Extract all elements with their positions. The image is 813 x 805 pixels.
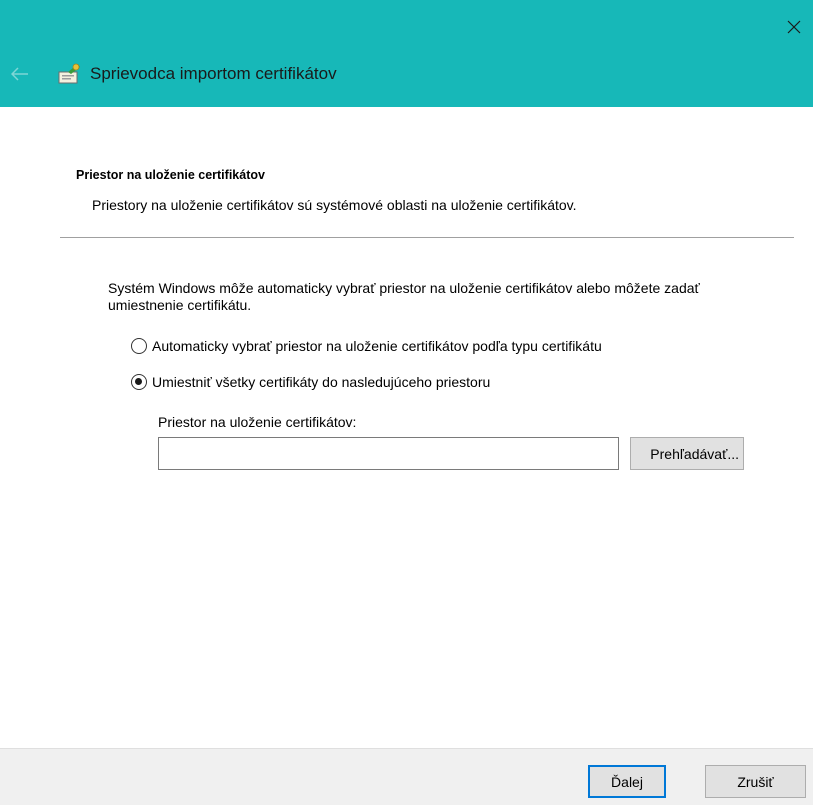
radio-auto-select-store[interactable]: Automaticky vybrať priestor na uloženie …	[131, 338, 602, 354]
wizard-title: Sprievodca importom certifikátov	[90, 64, 337, 83]
cancel-button[interactable]: Zrušiť	[705, 765, 806, 798]
browse-button[interactable]: Prehľadávať...	[630, 437, 744, 470]
intro-text: Systém Windows môže automaticky vybrať p…	[108, 280, 700, 313]
back-arrow-icon	[11, 67, 28, 81]
radio-place-in-store[interactable]: Umiestniť všetky certifikáty do nasleduj…	[131, 374, 490, 390]
certificate-store-label: Priestor na uloženie certifikátov:	[158, 414, 357, 430]
certificate-store-field[interactable]	[158, 437, 619, 470]
next-button[interactable]: Ďalej	[588, 765, 666, 798]
footer-bar	[0, 748, 813, 805]
certificate-wizard-icon	[58, 63, 80, 84]
title-bar: Sprievodca importom certifikátov	[0, 0, 813, 107]
radio-label-auto: Automaticky vybrať priestor na uloženie …	[152, 338, 602, 354]
back-button[interactable]	[8, 64, 32, 84]
close-icon	[787, 20, 801, 34]
radio-label-place: Umiestniť všetky certifikáty do nasleduj…	[152, 374, 491, 390]
close-button[interactable]	[781, 14, 807, 40]
section-heading: Priestor na uloženie certifikátov	[76, 168, 265, 182]
section-description: Priestory na uloženie certifikátov sú sy…	[92, 197, 577, 213]
certificate-import-wizard-window: Sprievodca importom certifikátov Priesto…	[0, 0, 813, 805]
header-divider	[60, 237, 794, 238]
radio-button-unchecked[interactable]	[131, 338, 147, 354]
radio-button-checked[interactable]	[131, 374, 147, 390]
